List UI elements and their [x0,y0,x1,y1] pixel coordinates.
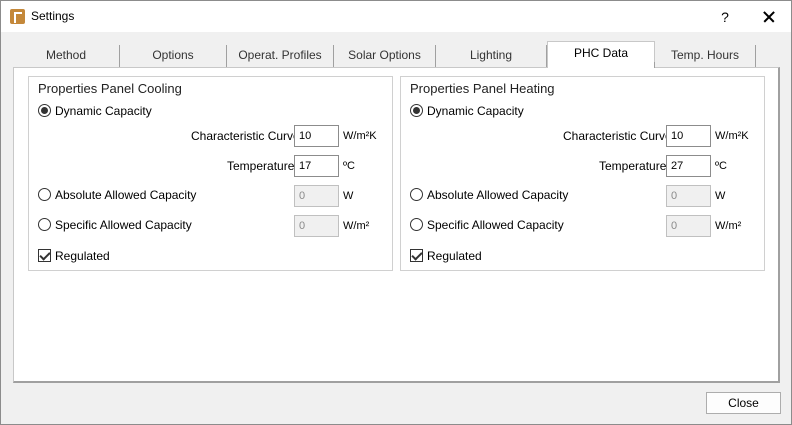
unit-characteristic-curve-heating: W/m²K [715,130,749,142]
radio-dynamic-capacity-heating[interactable] [410,104,423,117]
tab-method[interactable]: Method [13,45,120,67]
input-characteristic-curve-cooling[interactable] [294,125,339,147]
tab-bar: Method Options Operat. Profiles Solar Op… [13,39,779,68]
radio-specific-capacity-cooling[interactable] [38,218,51,231]
radio-absolute-capacity-cooling[interactable] [38,188,51,201]
input-absolute-capacity-cooling[interactable] [294,185,339,207]
group-panel-heating: Properties Panel Heating Dynamic Capacit… [400,76,765,271]
unit-temperature-heating: ºC [715,160,727,172]
label-specific-capacity-cooling: Specific Allowed Capacity [55,218,192,232]
unit-specific-capacity-cooling: W/m² [343,220,370,232]
group-panel-cooling: Properties Panel Cooling Dynamic Capacit… [28,76,393,271]
unit-absolute-capacity-cooling: W [343,190,354,202]
group-title-heating: Properties Panel Heating [410,81,555,96]
window-title: Settings [31,9,75,23]
close-icon[interactable] [757,6,781,28]
label-dynamic-capacity-heating: Dynamic Capacity [427,104,524,118]
label-regulated-heating: Regulated [427,249,482,263]
input-temperature-cooling[interactable] [294,155,339,177]
label-temperature-cooling: Temperature [227,159,295,173]
unit-absolute-capacity-heating: W [715,190,726,202]
label-characteristic-curve-cooling: Characteristic Curve [191,129,300,143]
unit-specific-capacity-heating: W/m² [715,220,742,232]
tab-lighting[interactable]: Lighting [436,45,547,67]
input-characteristic-curve-heating[interactable] [666,125,711,147]
input-specific-capacity-heating[interactable] [666,215,711,237]
radio-absolute-capacity-heating[interactable] [410,188,423,201]
settings-window: Settings ? Method Options Operat. Profil… [0,0,792,425]
label-dynamic-capacity-cooling: Dynamic Capacity [55,104,152,118]
label-absolute-capacity-cooling: Absolute Allowed Capacity [55,188,197,202]
unit-characteristic-curve-cooling: W/m²K [343,130,377,142]
tab-content-phc-data: Properties Panel Cooling Dynamic Capacit… [13,67,780,383]
tab-temp-hours[interactable]: Temp. Hours [655,45,756,67]
app-icon [10,9,25,24]
unit-temperature-cooling: ºC [343,160,355,172]
radio-specific-capacity-heating[interactable] [410,218,423,231]
tab-options[interactable]: Options [120,45,227,67]
tab-solar-options[interactable]: Solar Options [334,45,436,67]
label-specific-capacity-heating: Specific Allowed Capacity [427,218,564,232]
tab-operat-profiles[interactable]: Operat. Profiles [227,45,334,67]
checkbox-regulated-heating[interactable] [410,249,423,262]
label-regulated-cooling: Regulated [55,249,110,263]
tab-phc-data[interactable]: PHC Data [547,41,655,68]
checkbox-regulated-cooling[interactable] [38,249,51,262]
input-absolute-capacity-heating[interactable] [666,185,711,207]
radio-dynamic-capacity-cooling[interactable] [38,104,51,117]
input-specific-capacity-cooling[interactable] [294,215,339,237]
input-temperature-heating[interactable] [666,155,711,177]
label-absolute-capacity-heating: Absolute Allowed Capacity [427,188,569,202]
label-characteristic-curve-heating: Characteristic Curve [563,129,672,143]
group-title-cooling: Properties Panel Cooling [38,81,182,96]
close-button[interactable]: Close [706,392,781,414]
help-button[interactable]: ? [713,6,737,28]
label-temperature-heating: Temperature [599,159,667,173]
title-bar: Settings ? [1,1,791,32]
